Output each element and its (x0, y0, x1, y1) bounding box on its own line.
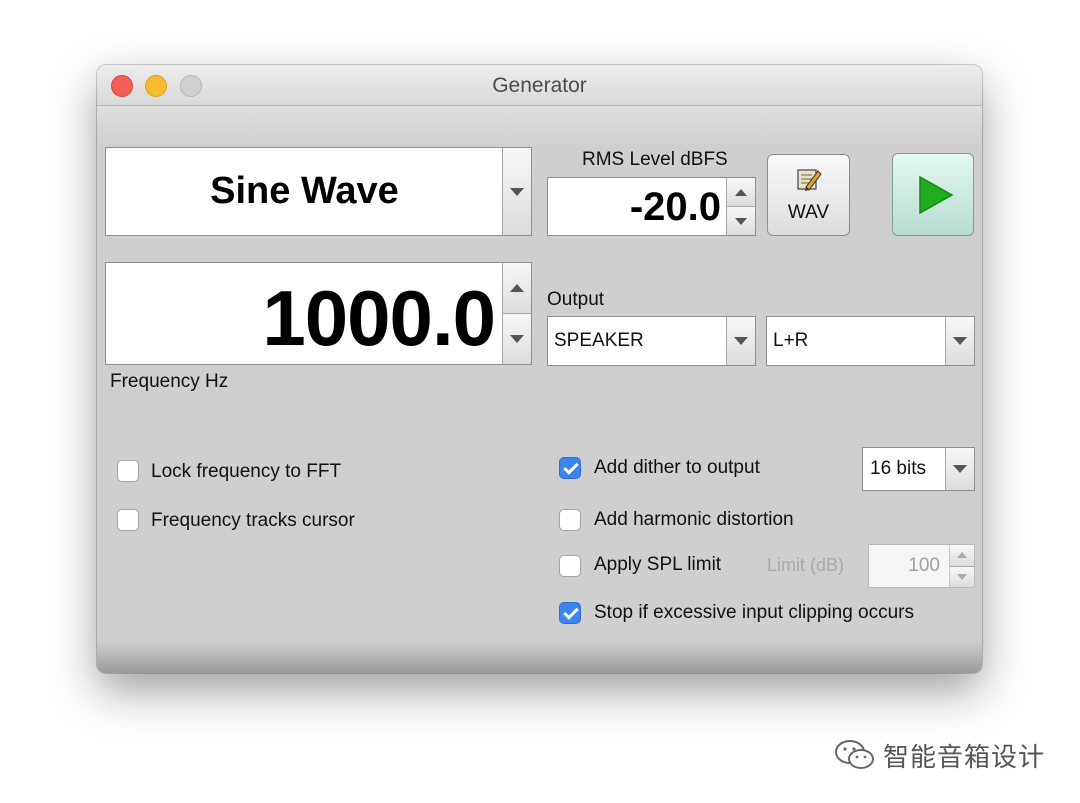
spl-limit-label: Limit (dB) (767, 555, 845, 575)
frequency-tracks-cursor-checkbox[interactable] (117, 509, 139, 531)
waveform-select[interactable]: Sine Wave (105, 147, 532, 236)
arrow-down-icon (957, 573, 967, 580)
spl-increment-button (950, 545, 974, 566)
arrow-down-icon (735, 217, 747, 225)
wav-button[interactable]: WAV (767, 154, 850, 236)
rms-decrement-button[interactable] (727, 206, 755, 235)
apply-spl-limit-label[interactable]: Apply SPL limit (594, 554, 721, 576)
stop-on-clipping-label[interactable]: Stop if excessive input clipping occurs (594, 602, 914, 624)
arrow-up-icon (510, 284, 524, 292)
output-device-select[interactable]: SPEAKER (547, 316, 756, 366)
frequency-decrement-button[interactable] (503, 313, 531, 364)
rms-level-stepper[interactable] (726, 178, 755, 235)
output-channel-dropdown-button[interactable] (945, 317, 974, 365)
output-label: Output (547, 289, 605, 310)
arrow-up-icon (735, 188, 747, 196)
rms-level-value[interactable]: -20.0 (548, 185, 721, 230)
waveform-dropdown-button[interactable] (502, 148, 531, 235)
dither-bits-value: 16 bits (870, 458, 926, 479)
chevron-down-icon (953, 465, 967, 473)
arrow-up-icon (957, 552, 967, 559)
frequency-spinner[interactable]: 1000.0 (105, 262, 532, 365)
dither-bits-select[interactable]: 16 bits (862, 447, 975, 491)
wav-button-label: WAV (787, 202, 830, 223)
apply-spl-limit-checkbox[interactable] (559, 555, 581, 577)
toolbar-band (97, 106, 982, 148)
stop-on-clipping-checkbox[interactable] (559, 602, 581, 624)
arrow-down-icon (510, 335, 524, 343)
frequency-value[interactable]: 1000.0 (106, 273, 496, 364)
pencil-edit-icon (797, 169, 822, 191)
lock-frequency-checkbox[interactable] (117, 460, 139, 482)
output-channel-value: L+R (773, 330, 809, 351)
title-bar: Generator (97, 65, 982, 106)
frequency-tracks-cursor-label[interactable]: Frequency tracks cursor (151, 510, 355, 532)
window-title: Generator (492, 74, 587, 97)
waveform-value: Sine Wave (210, 170, 399, 212)
play-button[interactable] (892, 153, 974, 236)
spl-limit-value: 100 (908, 555, 940, 576)
rms-level-spinner[interactable]: -20.0 (547, 177, 756, 236)
chevron-down-icon (734, 337, 748, 345)
generator-window: Generator Sine Wave 1000.0 Frequency Hz … (97, 65, 982, 673)
add-dither-checkbox[interactable] (559, 457, 581, 479)
rms-increment-button[interactable] (727, 178, 755, 206)
output-channel-select[interactable]: L+R (766, 316, 975, 366)
lock-frequency-label[interactable]: Lock frequency to FFT (151, 461, 341, 483)
watermark-text: 智能音箱设计 (883, 742, 1046, 773)
play-icon (919, 175, 954, 215)
dither-bits-dropdown-button[interactable] (945, 448, 974, 490)
frequency-label: Frequency Hz (110, 371, 229, 392)
chevron-down-icon (510, 187, 524, 196)
wechat-icon (835, 740, 874, 769)
add-dither-label[interactable]: Add dither to output (594, 457, 760, 479)
window-bottom-band (97, 641, 982, 673)
spl-limit-stepper (949, 545, 974, 587)
frequency-stepper[interactable] (502, 263, 531, 364)
watermark: 智能音箱设计 (833, 735, 1045, 775)
output-device-dropdown-button[interactable] (726, 317, 755, 365)
chevron-down-icon (953, 337, 967, 345)
harmonic-distortion-label[interactable]: Add harmonic distortion (594, 509, 794, 531)
rms-level-label: RMS Level dBFS (582, 149, 728, 170)
spl-decrement-button (950, 565, 974, 587)
output-device-value: SPEAKER (554, 330, 644, 351)
harmonic-distortion-checkbox[interactable] (559, 509, 581, 531)
frequency-increment-button[interactable] (503, 263, 531, 313)
spl-limit-spinner: 100 (868, 544, 975, 588)
